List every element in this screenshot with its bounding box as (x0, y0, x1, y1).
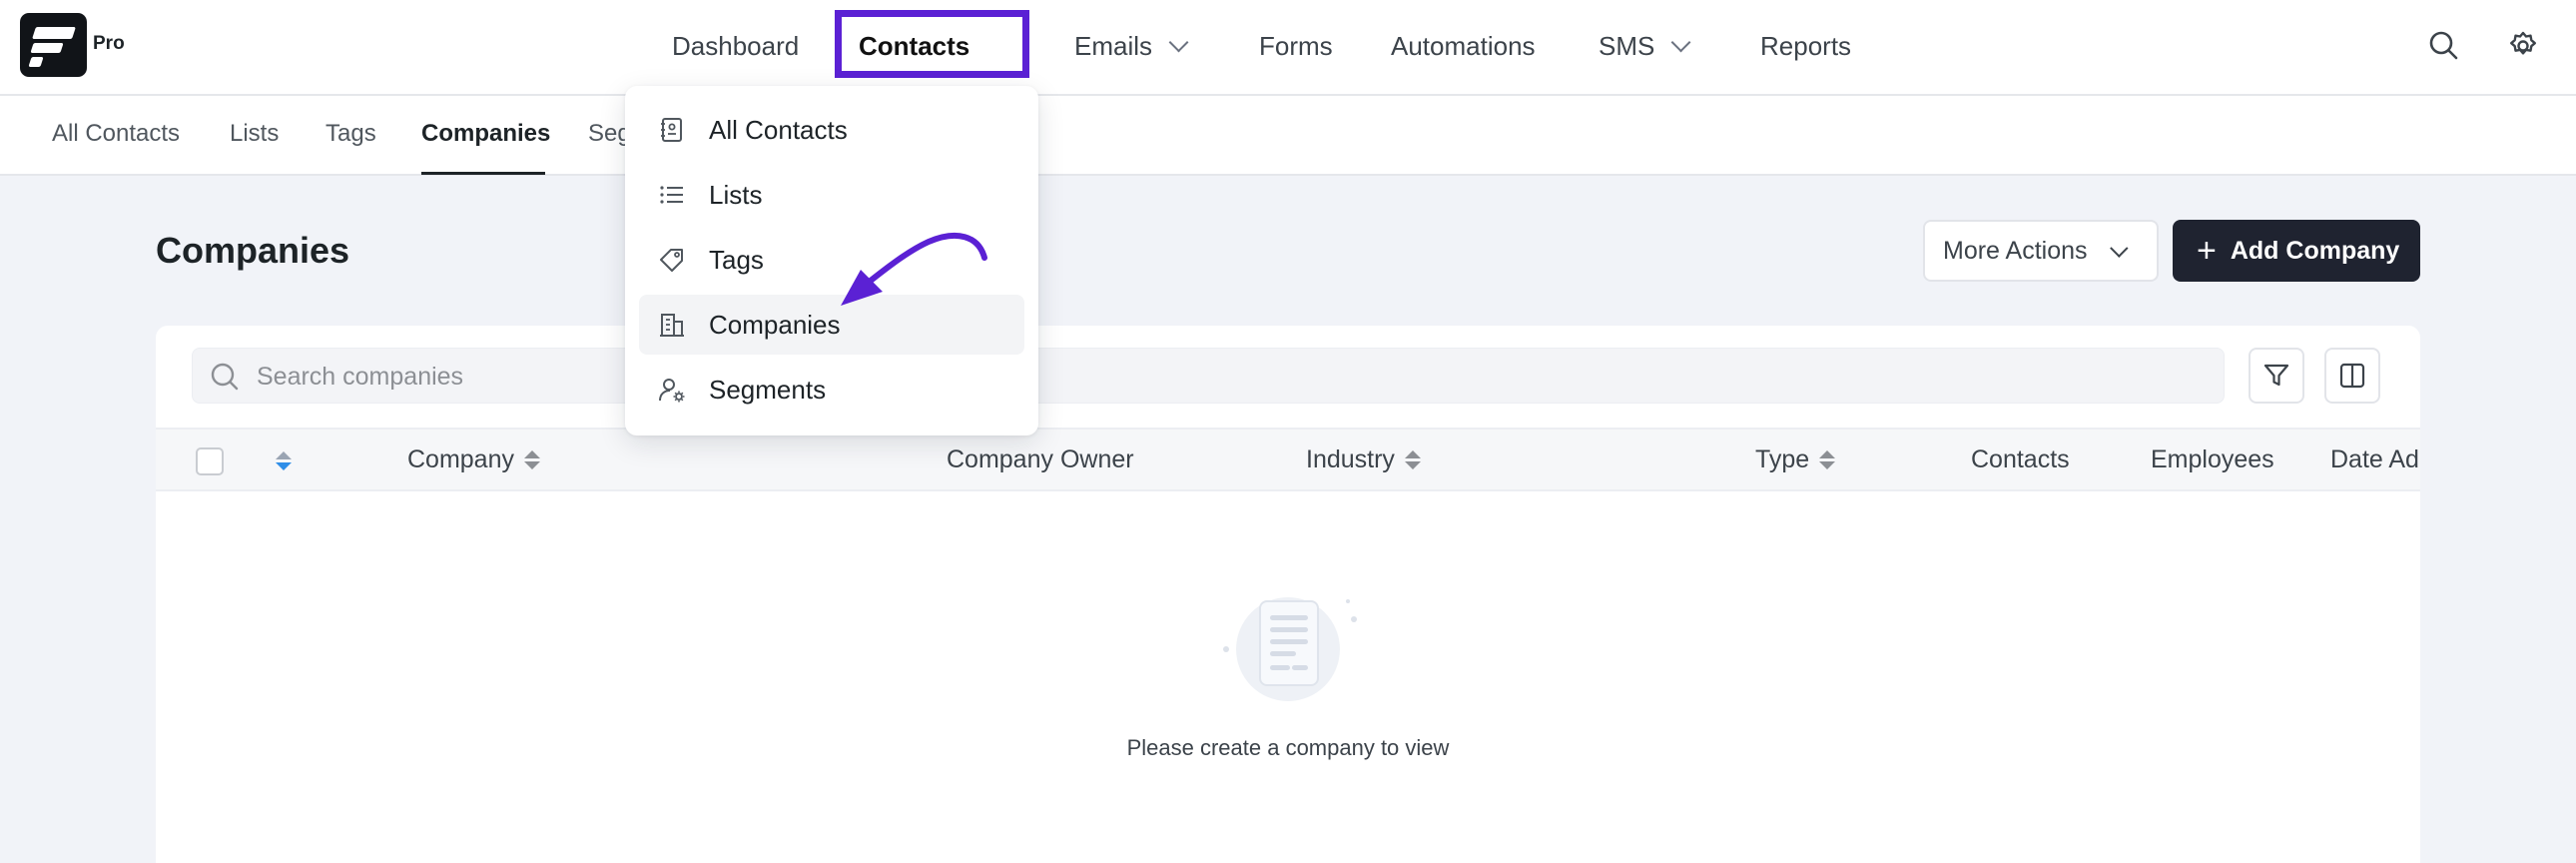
plus-icon: + (2197, 232, 2217, 270)
menu-item-label: All Contacts (709, 114, 848, 145)
contact-book-icon (661, 118, 682, 142)
sort-icon (524, 450, 540, 469)
filter-button[interactable] (2249, 348, 2304, 404)
menu-item-label: Segments (709, 374, 827, 405)
chevron-down-icon (1670, 32, 1691, 53)
column-employees: Employees (2151, 445, 2274, 474)
column-company-owner: Company Owner (947, 445, 1134, 474)
more-actions-button[interactable]: More Actions (1923, 220, 2159, 282)
nav-reports[interactable]: Reports (1760, 28, 1851, 64)
gear-icon[interactable] (2506, 28, 2540, 62)
chevron-down-icon (1168, 32, 1189, 53)
menu-item-label: Lists (709, 179, 763, 210)
search-companies-input[interactable] (257, 359, 2154, 395)
subtab-lists[interactable]: Lists (230, 120, 279, 148)
building-icon (660, 314, 684, 337)
chevron-down-icon (2109, 238, 2129, 258)
empty-state-message: Please create a company to view (1126, 735, 1450, 760)
sort-icon (1404, 450, 1421, 469)
columns-icon (2339, 363, 2365, 389)
subtab-tags[interactable]: Tags (325, 120, 376, 148)
search-icon (211, 363, 239, 391)
nav-contacts[interactable]: Contacts (859, 28, 987, 64)
column-date-added-label: Date Ad (2330, 445, 2419, 473)
add-company-label: Add Company (2230, 236, 2400, 265)
subtab-companies[interactable]: Companies (421, 120, 550, 148)
search-box (192, 348, 2225, 404)
column-company[interactable]: Company (407, 445, 540, 474)
column-employees-label: Employees (2151, 445, 2274, 473)
nav-dashboard[interactable]: Dashboard (672, 28, 799, 64)
search-icon[interactable] (2426, 28, 2460, 62)
filter-icon (2263, 364, 2289, 387)
add-company-button[interactable]: + Add Company (2173, 220, 2420, 282)
column-industry-label: Industry (1306, 445, 1395, 473)
sort-icon (1819, 450, 1836, 469)
subtab-all-contacts[interactable]: All Contacts (52, 120, 180, 148)
pro-badge: Pro (93, 33, 125, 54)
tag-icon (660, 249, 683, 272)
nav-sms-label: SMS (1599, 30, 1655, 61)
annotation-arrow-icon (841, 232, 987, 306)
select-all-checkbox[interactable] (196, 447, 224, 475)
nav-emails[interactable]: Emails (1074, 28, 1189, 64)
user-gear-icon (659, 379, 685, 403)
nav-reports-label: Reports (1760, 30, 1852, 61)
nav-dashboard-label: Dashboard (672, 30, 800, 61)
brand-logo[interactable] (20, 13, 87, 77)
nav-automations-label: Automations (1391, 30, 1536, 61)
nav-contacts-label: Contacts (859, 30, 970, 61)
columns-toggle-button[interactable] (2324, 348, 2380, 404)
column-date-added: Date Ad (2330, 445, 2419, 474)
nav-automations[interactable]: Automations (1391, 28, 1536, 64)
sort-toggle[interactable] (276, 451, 292, 470)
nav-forms-label: Forms (1259, 30, 1333, 61)
menu-item-lists[interactable]: Lists (639, 165, 1024, 225)
nav-forms[interactable]: Forms (1259, 28, 1333, 64)
sort-icon (276, 451, 292, 470)
column-industry[interactable]: Industry (1306, 445, 1421, 474)
column-company-label: Company (407, 445, 514, 473)
column-type[interactable]: Type (1755, 445, 1836, 474)
menu-item-segments[interactable]: Segments (639, 360, 1024, 420)
nav-emails-label: Emails (1074, 30, 1153, 61)
contacts-subtabs: All Contacts Lists Tags Companies Seg (0, 96, 2576, 176)
column-contacts-label: Contacts (1971, 445, 2070, 473)
menu-item-label: Tags (709, 244, 764, 275)
more-actions-label: More Actions (1943, 236, 2088, 265)
nav-sms[interactable]: SMS (1599, 28, 1691, 64)
menu-item-label: Companies (709, 309, 841, 340)
top-navigation-bar: Pro Dashboard Contacts Emails Forms Auto… (0, 0, 2576, 96)
active-subtab-underline (421, 172, 545, 175)
column-type-label: Type (1755, 445, 1810, 473)
table-header: Company Company Owner Industry Type Cont… (156, 428, 2420, 491)
empty-document-illustration (1223, 597, 1357, 701)
menu-item-all-contacts[interactable]: All Contacts (639, 100, 1024, 160)
column-company-owner-label: Company Owner (947, 445, 1134, 473)
companies-table-card: Company Company Owner Industry Type Cont… (156, 326, 2420, 863)
column-contacts: Contacts (1971, 445, 2070, 474)
list-icon (660, 186, 683, 204)
page-title: Companies (156, 230, 350, 271)
